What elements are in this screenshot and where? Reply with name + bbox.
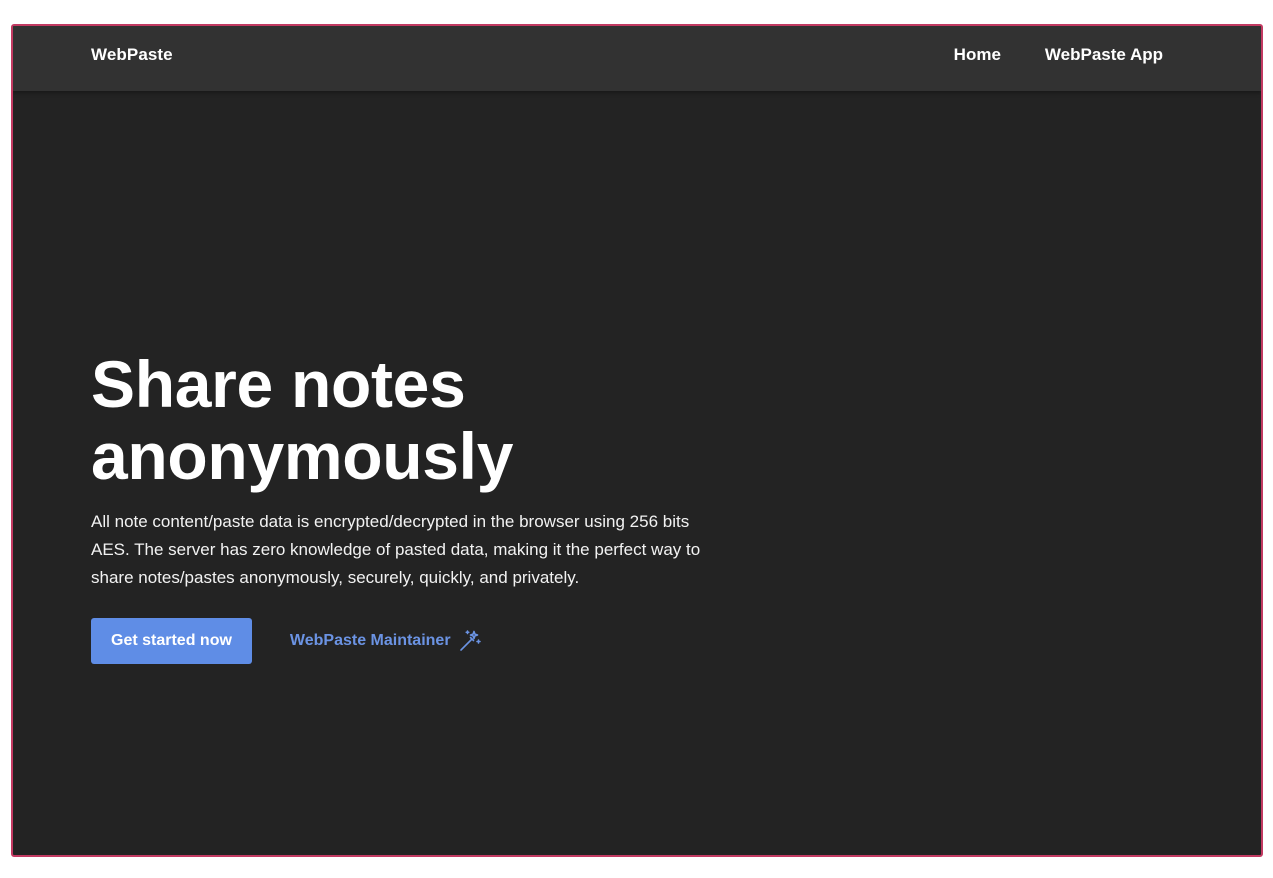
- hero-title-line2: anonymously: [91, 419, 514, 493]
- maintainer-link-label: WebPaste Maintainer: [289, 632, 451, 649]
- maintainer-link[interactable]: WebPaste Maintainer: [290, 629, 482, 653]
- hero-section: Share notes anonymously All note content…: [91, 348, 751, 664]
- hero-actions: Get started now WebPaste Maintainer: [91, 618, 751, 664]
- magic-wand-icon: [459, 630, 481, 651]
- nav-links: Home WebPaste App: [954, 45, 1163, 65]
- nav-link-home[interactable]: Home: [954, 45, 1001, 65]
- hero-title: Share notes anonymously: [91, 348, 751, 492]
- nav-link-webpaste-app[interactable]: WebPaste App: [1045, 45, 1163, 65]
- hero-description: All note content/paste data is encrypted…: [91, 512, 701, 587]
- brand-logo[interactable]: WebPaste: [91, 45, 173, 65]
- browser-frame: WebPaste Home WebPaste App Share notes a…: [11, 24, 1263, 857]
- hero-title-line1: Share notes: [91, 347, 466, 421]
- get-started-button[interactable]: Get started now: [91, 618, 252, 664]
- navbar: WebPaste Home WebPaste App: [13, 26, 1261, 91]
